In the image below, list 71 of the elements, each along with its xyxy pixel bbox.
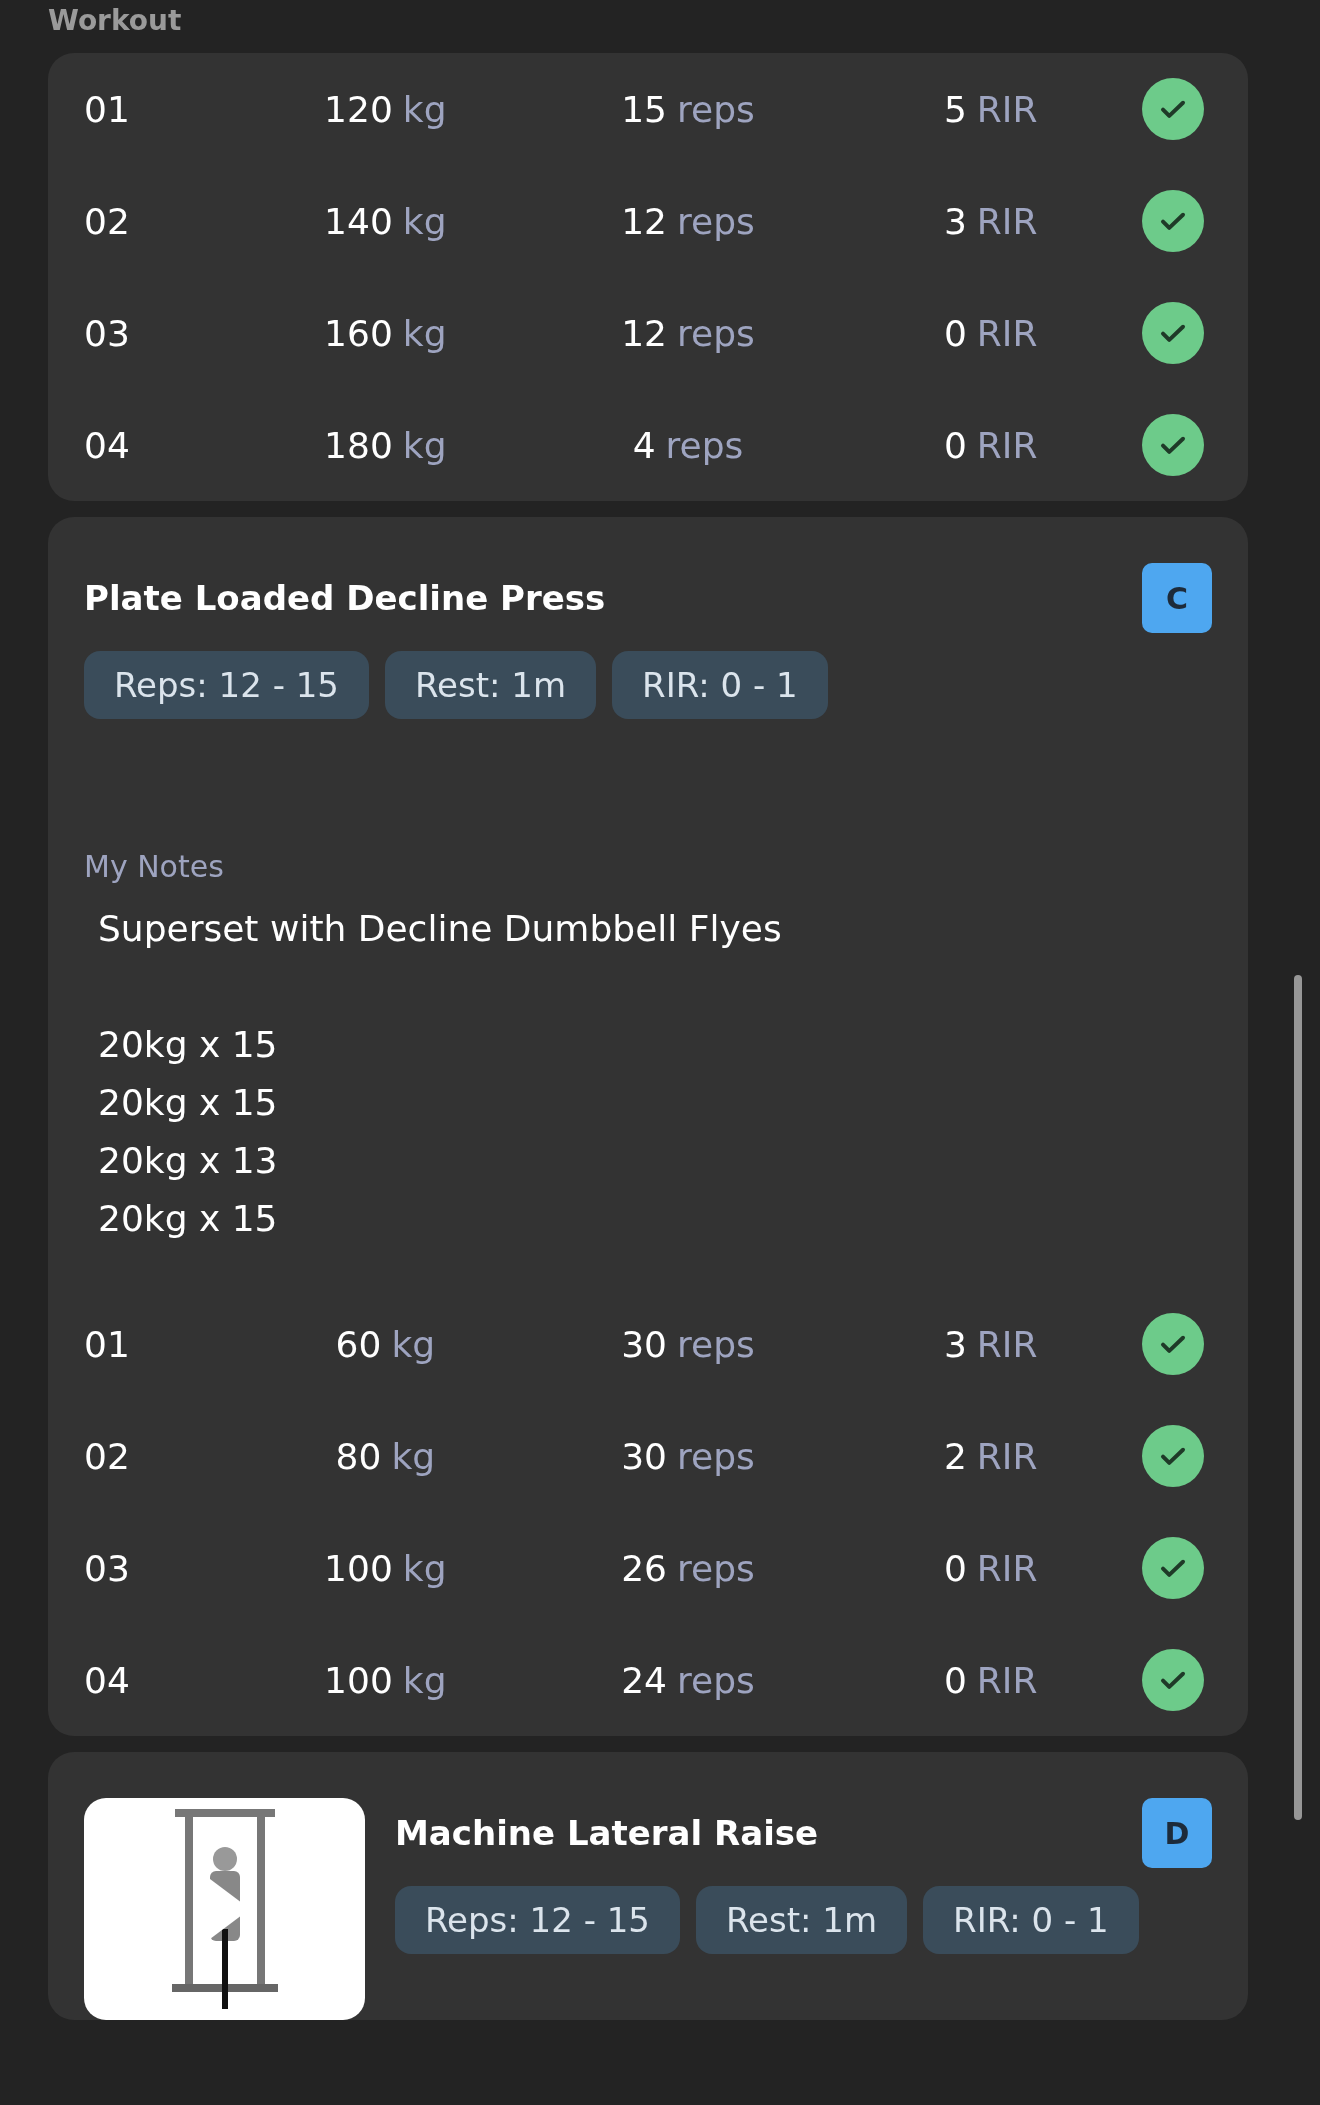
weight-unit: kg [402, 312, 447, 354]
rir-value: 2 [943, 1435, 967, 1477]
set-number: 03 [84, 1547, 131, 1589]
set-number: 01 [84, 1323, 131, 1365]
reps-unit: reps [677, 1547, 755, 1589]
reps-unit: reps [677, 1323, 755, 1365]
rir-value: 0 [943, 1659, 967, 1701]
target-chip: Reps: 12 - 15 [395, 1886, 680, 1954]
weight-value: 140 [324, 200, 393, 242]
weight-value: 160 [324, 312, 393, 354]
weight-unit: kg [391, 1435, 436, 1477]
target-chip: Rest: 1m [696, 1886, 908, 1954]
page-title: Workout [48, 3, 183, 37]
exercise-title: Plate Loaded Decline Press [84, 578, 606, 618]
weight-unit: kg [402, 1547, 447, 1589]
set-number: 03 [84, 312, 131, 354]
reps-value: 24 [621, 1659, 667, 1701]
weight-unit: kg [402, 1659, 447, 1701]
rir-value: 3 [943, 200, 967, 242]
notes-text: Superset with Decline Dumbbell Flyes 20kg x 15 20kg x 15 20kg x 13 20kg x 15 [97, 907, 783, 1241]
weight-unit: kg [402, 200, 447, 242]
reps-unit: reps [665, 424, 744, 466]
weight-unit: kg [402, 424, 447, 466]
rir-value: 0 [943, 1547, 967, 1589]
exercise-letter: D [1142, 1798, 1212, 1868]
set-number: 04 [84, 1659, 131, 1701]
weight-unit: kg [402, 88, 447, 130]
reps-unit: reps [677, 88, 755, 130]
rir-value: 0 [943, 312, 967, 354]
exercise-title: Machine Lateral Raise [395, 1813, 819, 1853]
rir-value: 3 [943, 1323, 967, 1365]
scrollbar[interactable] [1294, 975, 1302, 1820]
rir-unit: RIR [976, 424, 1038, 466]
notes-label: My Notes [84, 849, 225, 884]
weight-value: 60 [335, 1323, 382, 1365]
target-chip: Rest: 1m [385, 651, 597, 719]
reps-value: 15 [621, 88, 667, 130]
weight-value: 180 [324, 424, 393, 466]
reps-unit: reps [677, 1435, 755, 1477]
target-chip: RIR: 0 - 1 [612, 651, 828, 719]
rir-unit: RIR [976, 1547, 1038, 1589]
reps-value: 30 [621, 1435, 667, 1477]
weight-value: 100 [324, 1547, 393, 1589]
rir-value: 0 [943, 424, 967, 466]
reps-value: 30 [621, 1323, 667, 1365]
reps-value: 12 [621, 312, 667, 354]
weight-value: 80 [335, 1435, 382, 1477]
rir-unit: RIR [976, 312, 1038, 354]
rir-unit: RIR [976, 1323, 1038, 1365]
rir-unit: RIR [976, 88, 1038, 130]
rir-unit: RIR [976, 1435, 1038, 1477]
reps-value: 12 [621, 200, 667, 242]
set-number: 02 [84, 1435, 131, 1477]
rir-unit: RIR [976, 1659, 1038, 1701]
target-chip: Reps: 12 - 15 [84, 651, 369, 719]
reps-unit: reps [677, 312, 755, 354]
reps-value: 26 [621, 1547, 667, 1589]
weight-unit: kg [391, 1323, 436, 1365]
exercise-letter: C [1142, 563, 1212, 633]
reps-value: 4 [632, 424, 656, 466]
rir-unit: RIR [976, 200, 1038, 242]
weight-value: 120 [324, 88, 393, 130]
reps-unit: reps [677, 1659, 755, 1701]
set-number: 01 [84, 88, 131, 130]
set-number: 04 [84, 424, 131, 466]
weight-value: 100 [324, 1659, 393, 1701]
reps-unit: reps [677, 200, 755, 242]
rir-value: 5 [943, 88, 967, 130]
target-chip: RIR: 0 - 1 [923, 1886, 1139, 1954]
video-thumbnail[interactable] [84, 1798, 365, 2020]
set-number: 02 [84, 200, 131, 242]
